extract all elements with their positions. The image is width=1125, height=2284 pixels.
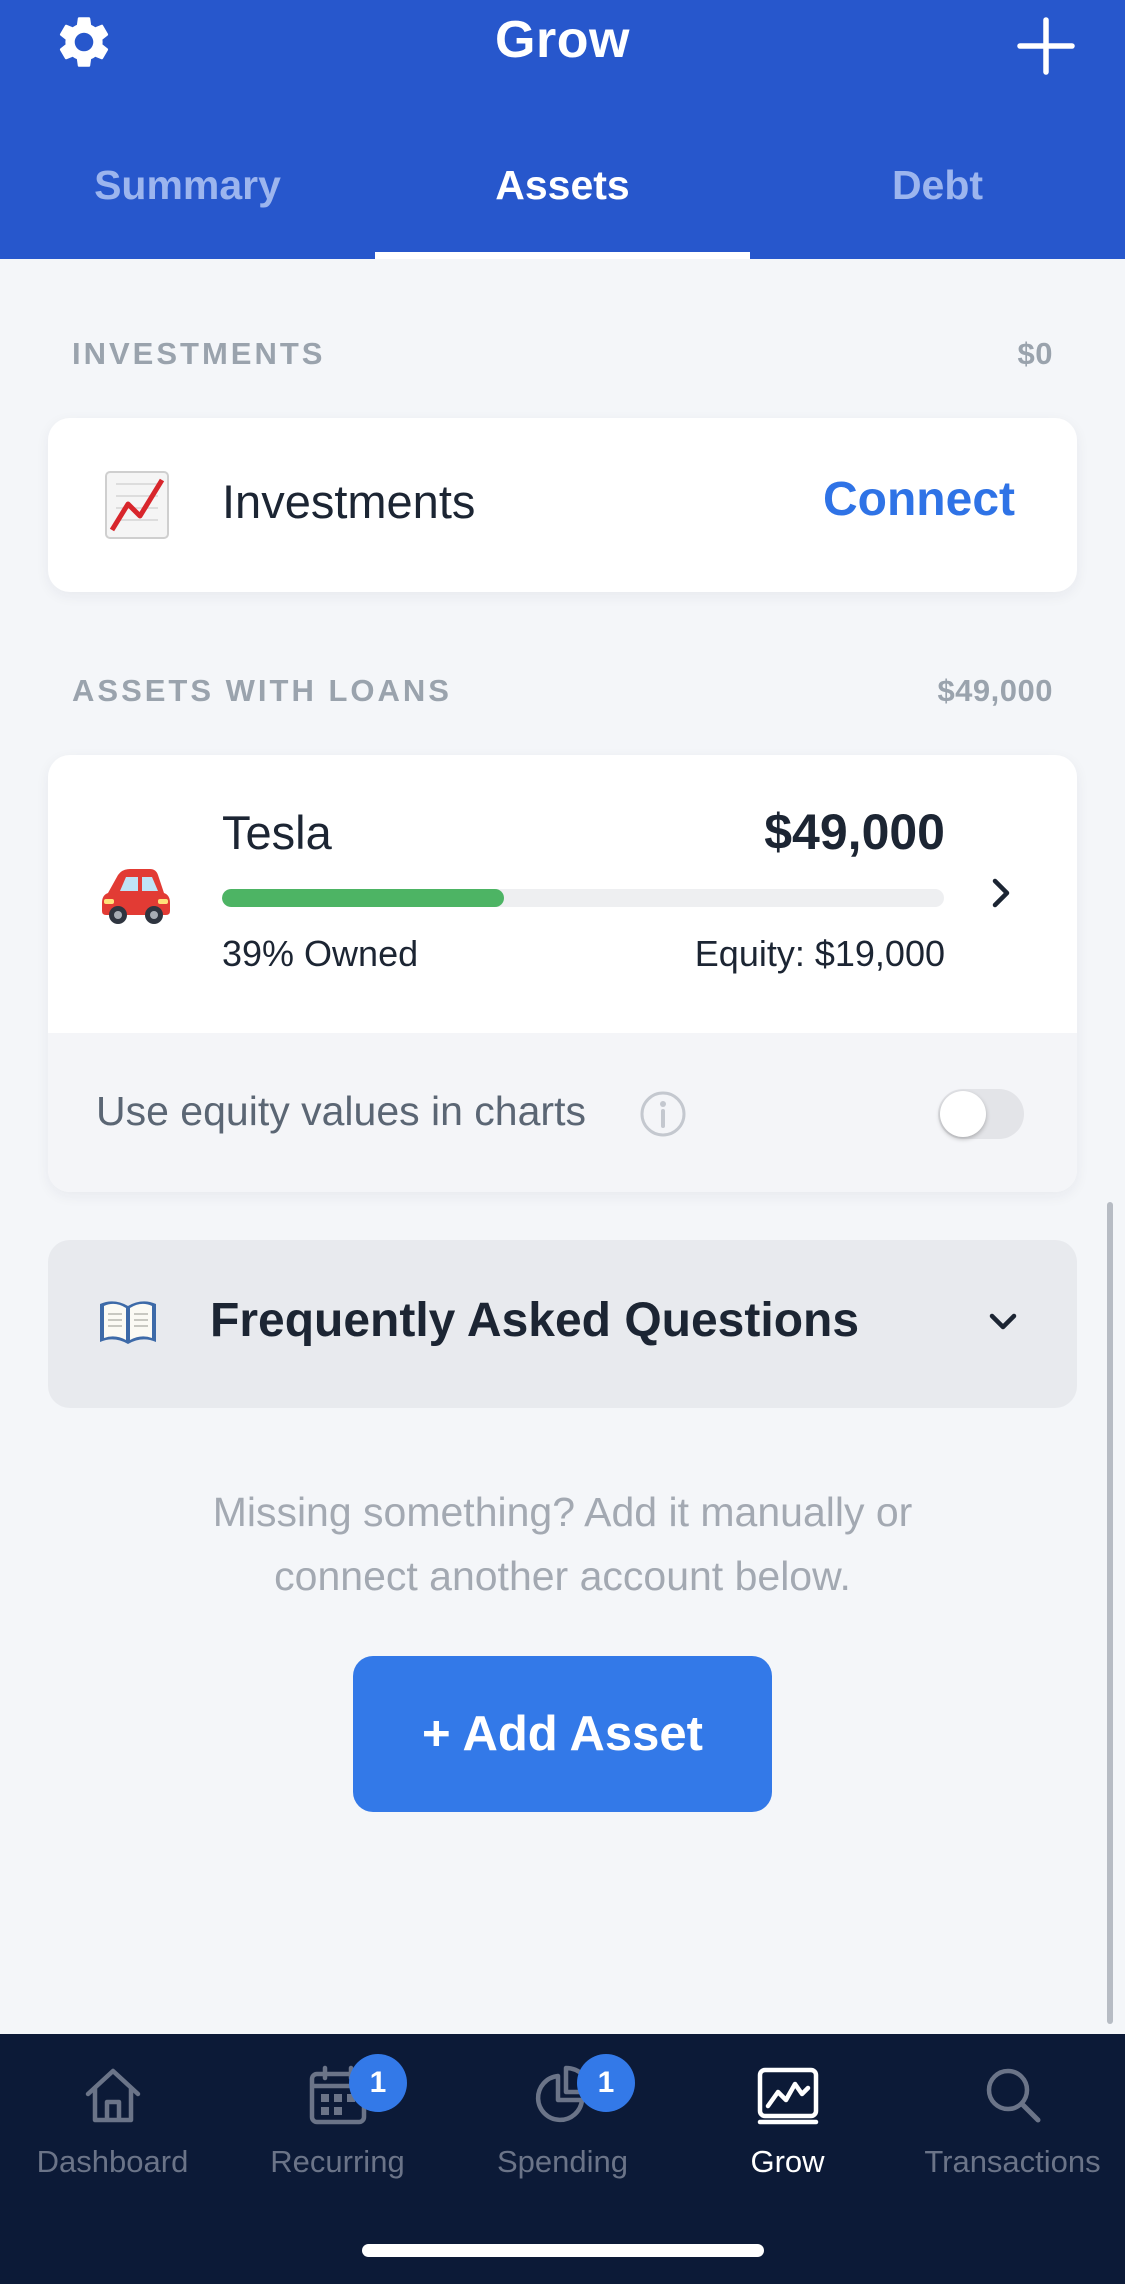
nav-transactions[interactable]: Transactions: [900, 2034, 1125, 2224]
tab-summary[interactable]: Summary: [0, 140, 375, 259]
notification-badge: 1: [349, 2054, 407, 2112]
missing-text-line: connect another account below.: [274, 1553, 851, 1599]
tab-bar: Summary Assets Debt: [0, 140, 1125, 259]
plus-icon: [1017, 17, 1075, 75]
toggle-knob: [940, 1091, 986, 1137]
section-total: $0: [1017, 336, 1053, 371]
nav-dashboard[interactable]: Dashboard: [0, 2034, 225, 2224]
notification-badge: 1: [577, 2054, 635, 2112]
tab-assets[interactable]: Assets: [375, 140, 750, 259]
page-title: Grow: [495, 11, 630, 69]
chevron-down-icon: [989, 1313, 1017, 1330]
open-book-icon: [100, 1301, 156, 1344]
nav-label: Grow: [750, 2144, 825, 2179]
home-icon: [85, 2068, 140, 2123]
chart-increasing-icon: [105, 471, 169, 539]
equity-toggle-label: Use equity values in charts: [96, 1088, 586, 1134]
missing-text-line: Missing something? Add it manually or: [212, 1489, 913, 1535]
connect-button[interactable]: Connect: [823, 472, 1015, 527]
ownership-progress-bar: [222, 889, 944, 907]
missing-something-text: Missing something? Add it manually or co…: [100, 1480, 1025, 1608]
tesla-asset-card: Tesla $49,000 39% Owned Equity: $19,000 …: [48, 755, 1077, 1192]
info-icon[interactable]: [638, 1089, 688, 1139]
equity-toggle-row: Use equity values in charts: [48, 1033, 1077, 1192]
nav-recurring[interactable]: 1 Recurring: [225, 2034, 450, 2224]
asset-value: $49,000: [764, 804, 945, 860]
investments-label: Investments: [222, 475, 476, 528]
faq-accordion[interactable]: Frequently Asked Questions: [48, 1240, 1077, 1408]
tab-debt[interactable]: Debt: [750, 140, 1125, 259]
add-button[interactable]: [1014, 14, 1078, 78]
investments-section-header: INVESTMENTS $0: [72, 336, 1053, 372]
nav-label: Transactions: [924, 2144, 1101, 2179]
scrollbar[interactable]: [1107, 1202, 1113, 2024]
search-icon: [986, 2068, 1040, 2123]
nav-label: Spending: [496, 2144, 628, 2179]
car-icon: [102, 869, 170, 924]
asset-name: Tesla: [222, 806, 332, 859]
growth-chart-icon: [757, 2067, 818, 2125]
equity-value: Equity: $19,000: [694, 933, 945, 974]
owned-percentage: 39% Owned: [222, 933, 419, 974]
nav-spending[interactable]: 1 Spending: [450, 2034, 675, 2224]
add-asset-button[interactable]: + Add Asset: [353, 1656, 772, 1812]
section-title: INVESTMENTS: [72, 336, 326, 371]
equity-toggle-switch[interactable]: [938, 1089, 1024, 1139]
nav-label: Recurring: [270, 2144, 405, 2179]
home-indicator: [362, 2244, 764, 2257]
assets-with-loans-section-header: ASSETS WITH LOANS $49,000: [72, 673, 1053, 709]
ownership-progress-fill: [222, 889, 504, 907]
app-header: Grow Summary Assets Debt: [0, 0, 1125, 259]
investments-card[interactable]: Investments Connect: [48, 418, 1077, 592]
faq-title: Frequently Asked Questions: [210, 1294, 860, 1347]
section-total: $49,000: [937, 673, 1053, 708]
nav-label: Dashboard: [36, 2144, 189, 2179]
nav-grow[interactable]: Grow: [675, 2034, 900, 2224]
chevron-right-icon[interactable]: [987, 875, 1015, 911]
section-title: ASSETS WITH LOANS: [72, 673, 452, 708]
